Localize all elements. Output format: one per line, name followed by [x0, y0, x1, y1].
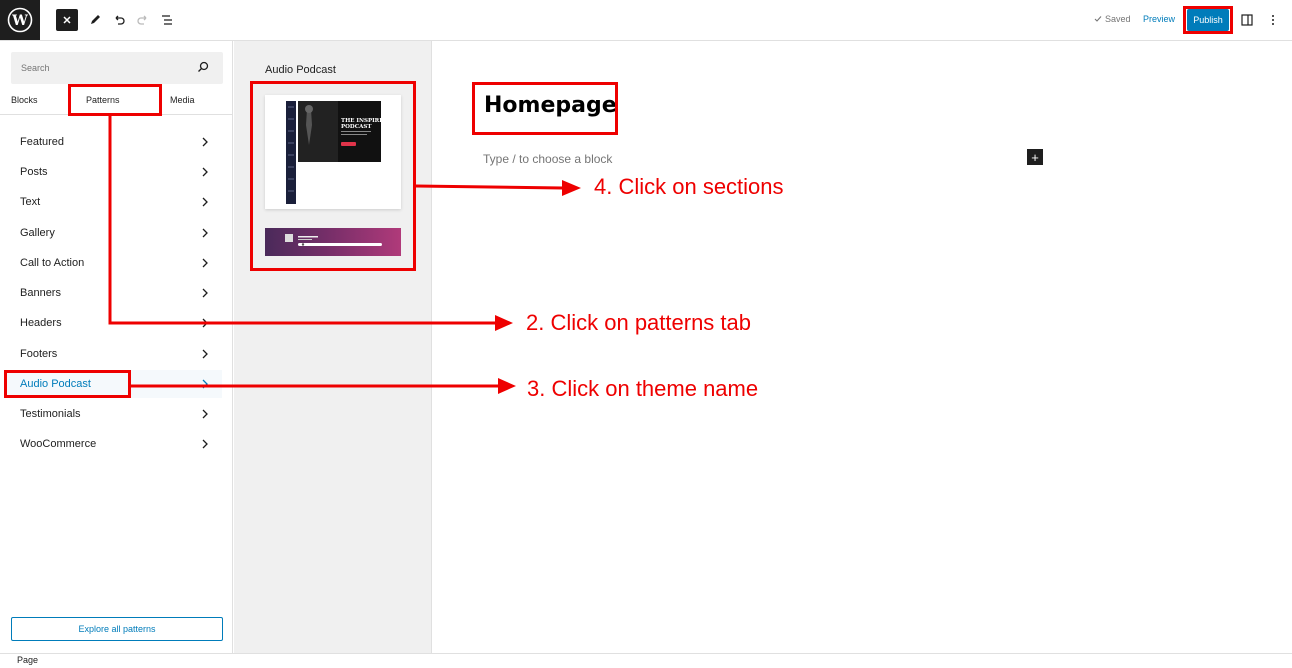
undo-icon [115, 15, 125, 25]
chevron-right-icon [202, 137, 208, 147]
editor-header: W Saved Preview Publish [0, 0, 1292, 41]
category-label: Banners [20, 287, 61, 299]
category-label: Featured [20, 136, 65, 148]
preview-button[interactable]: Preview [1143, 14, 1175, 24]
block-inserter-panel: Search Blocks Patterns Media Featured Po… [0, 41, 233, 653]
check-icon [1094, 16, 1102, 22]
chevron-right-icon [202, 228, 208, 238]
chevron-right-icon [202, 197, 208, 207]
pattern-category-headers[interactable]: Headers [5, 309, 222, 337]
chevron-right-icon [202, 167, 208, 177]
list-view-icon [162, 15, 172, 25]
category-label: Footers [20, 348, 58, 360]
category-label: Headers [20, 317, 62, 329]
breadcrumb-bar: Page [0, 653, 1292, 668]
pattern-category-featured[interactable]: Featured [5, 128, 222, 156]
sections-highlight [250, 81, 416, 271]
close-icon [63, 16, 71, 24]
chevron-right-icon [202, 409, 208, 419]
explore-all-patterns-button[interactable]: Explore all patterns [11, 617, 223, 641]
saved-status: Saved [1094, 14, 1131, 24]
pattern-category-gallery[interactable]: Gallery [5, 219, 222, 247]
category-label: Call to Action [20, 257, 85, 269]
saved-label: Saved [1105, 14, 1131, 24]
step4-annotation: 4. Click on sections [594, 174, 784, 199]
chevron-right-icon [202, 288, 208, 298]
patterns-tab-highlight [68, 84, 162, 116]
tab-media[interactable]: Media [170, 95, 195, 105]
settings-toggle-button[interactable] [1236, 9, 1258, 31]
redo-button[interactable] [132, 9, 154, 31]
add-block-button[interactable]: + [1027, 149, 1043, 165]
step2-annotation: 2. Click on patterns tab [526, 310, 752, 335]
more-vertical-icon [1272, 15, 1274, 25]
block-placeholder[interactable]: Type / to choose a block [483, 152, 612, 166]
wordpress-logo-icon[interactable]: W [0, 0, 40, 40]
pattern-category-posts[interactable]: Posts [5, 158, 222, 186]
category-label: Posts [20, 166, 48, 178]
chevron-right-icon [202, 318, 208, 328]
page-title-highlight [472, 82, 618, 135]
tools-button[interactable] [84, 9, 106, 31]
step3-annotation: 3. Click on theme name [527, 376, 759, 401]
pencil-icon [91, 15, 100, 24]
pattern-category-testimonials[interactable]: Testimonials [5, 400, 222, 428]
search-input[interactable]: Search [11, 52, 223, 84]
category-label: Testimonials [20, 408, 81, 420]
publish-highlight [1183, 6, 1233, 34]
svg-text:W: W [11, 13, 28, 29]
chevron-right-icon [202, 379, 208, 389]
pattern-category-text[interactable]: Text [5, 188, 222, 216]
category-label: Gallery [20, 227, 55, 239]
pattern-category-woocommerce[interactable]: WooCommerce [5, 430, 222, 458]
close-inserter-button[interactable] [56, 9, 78, 31]
search-placeholder: Search [21, 63, 50, 73]
document-overview-button[interactable] [156, 9, 178, 31]
chevron-right-icon [202, 349, 208, 359]
category-label: WooCommerce [20, 438, 97, 450]
chevron-right-icon [202, 439, 208, 449]
sidebar-icon [1241, 14, 1253, 26]
redo-icon [137, 15, 147, 25]
undo-button[interactable] [108, 9, 130, 31]
audio-podcast-highlight [4, 370, 131, 398]
plus-icon: + [1031, 149, 1039, 165]
pattern-category-title: Audio Podcast [265, 64, 336, 76]
pattern-category-banners[interactable]: Banners [5, 279, 222, 307]
category-label: Text [20, 196, 41, 208]
options-button[interactable] [1262, 9, 1284, 31]
breadcrumb[interactable]: Page [17, 655, 38, 665]
pattern-category-call-to-action[interactable]: Call to Action [5, 249, 222, 277]
pattern-category-footers[interactable]: Footers [5, 340, 222, 368]
tab-blocks[interactable]: Blocks [11, 95, 38, 105]
search-icon [198, 61, 209, 72]
chevron-right-icon [202, 258, 208, 268]
